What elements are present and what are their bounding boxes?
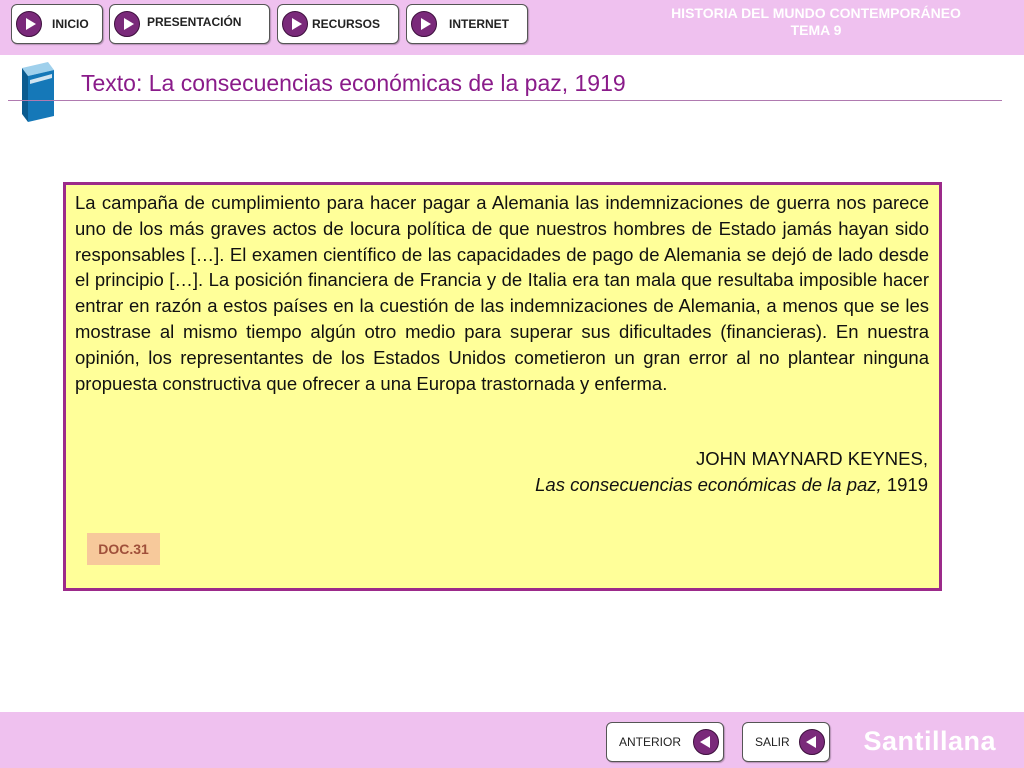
source-work-title: Las consecuencias económicas de la paz, (535, 474, 882, 495)
inicio-button[interactable]: INICIO (11, 4, 103, 44)
top-navigation-bar: INICIO PRESENTACIÓN RECURSOS INTERNET HI… (0, 0, 1024, 55)
salir-button[interactable]: SALIR (742, 722, 830, 762)
recursos-label: RECURSOS (312, 17, 381, 31)
course-unit: TEMA 9 (790, 22, 842, 38)
anterior-button[interactable]: ANTERIOR (606, 722, 724, 762)
back-arrow-icon (693, 729, 719, 755)
book-icon (22, 62, 54, 122)
anterior-label: ANTERIOR (619, 735, 682, 749)
play-icon (114, 11, 140, 37)
presentacion-button[interactable]: PRESENTACIÓN (109, 4, 270, 44)
brand-logo: Santillana (863, 726, 996, 756)
course-name: HISTORIA DEL MUNDO CONTEMPORÁNEO (671, 5, 961, 21)
inicio-label: INICIO (52, 17, 89, 31)
title-divider (8, 100, 1002, 101)
page-title: Texto: La consecuencias económicas de la… (81, 70, 626, 96)
bottom-bar: ANTERIOR SALIR Santillana (0, 712, 1024, 768)
source-year: 1919 (886, 474, 928, 495)
document-tag: DOC.31 (87, 533, 160, 565)
back-arrow-icon (799, 729, 825, 755)
internet-button[interactable]: INTERNET (406, 4, 528, 44)
recursos-button[interactable]: RECURSOS (277, 4, 399, 44)
salir-label: SALIR (755, 735, 790, 749)
play-icon (411, 11, 437, 37)
internet-label: INTERNET (449, 17, 509, 31)
document-panel: La campaña de cumplimiento para hacer pa… (63, 182, 942, 591)
document-author: JOHN MAYNARD KEYNES, (696, 448, 928, 469)
play-icon (16, 11, 42, 37)
course-header: HISTORIA DEL MUNDO CONTEMPORÁNEO TEMA 9 (626, 5, 1006, 39)
presentacion-label: PRESENTACIÓN (147, 15, 242, 29)
play-icon (282, 11, 308, 37)
document-source: Las consecuencias económicas de la paz, … (535, 474, 928, 496)
document-text: La campaña de cumplimiento para hacer pa… (75, 192, 929, 394)
